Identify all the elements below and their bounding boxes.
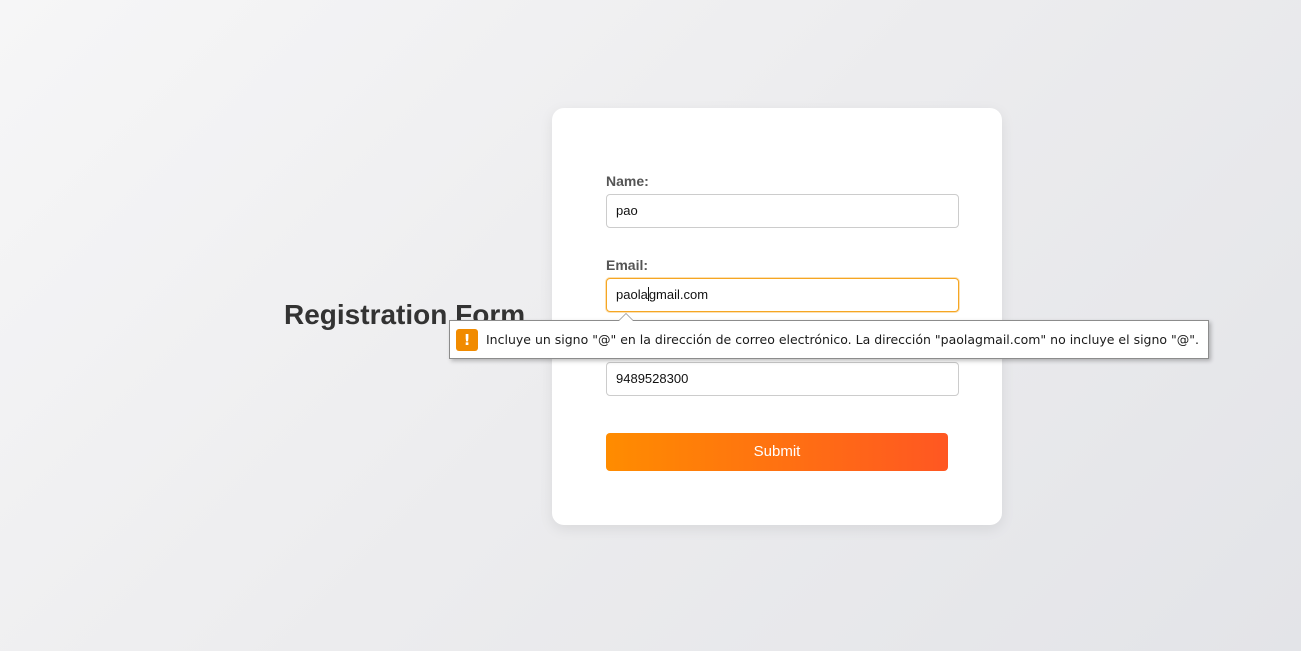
warning-icon: ! [456,328,478,351]
email-input-value-start: paola [616,287,648,302]
name-input-value: pao [616,203,638,218]
email-input-value-end: gmail.com [648,287,709,302]
submit-button[interactable]: Submit [606,433,948,471]
email-validation-tooltip: ! Incluye un signo "@" en la dirección d… [449,313,1210,359]
name-input[interactable]: pao [606,194,959,228]
name-label: Name: [606,173,649,189]
email-input[interactable]: paolagmail.com [606,278,959,312]
tooltip-arrow [618,313,634,321]
email-label: Email: [606,257,649,273]
phone-input[interactable]: 9489528300 [606,362,959,396]
validation-message: Incluye un signo "@" en la dirección de … [486,332,1200,347]
phone-input-value: 9489528300 [616,371,689,386]
